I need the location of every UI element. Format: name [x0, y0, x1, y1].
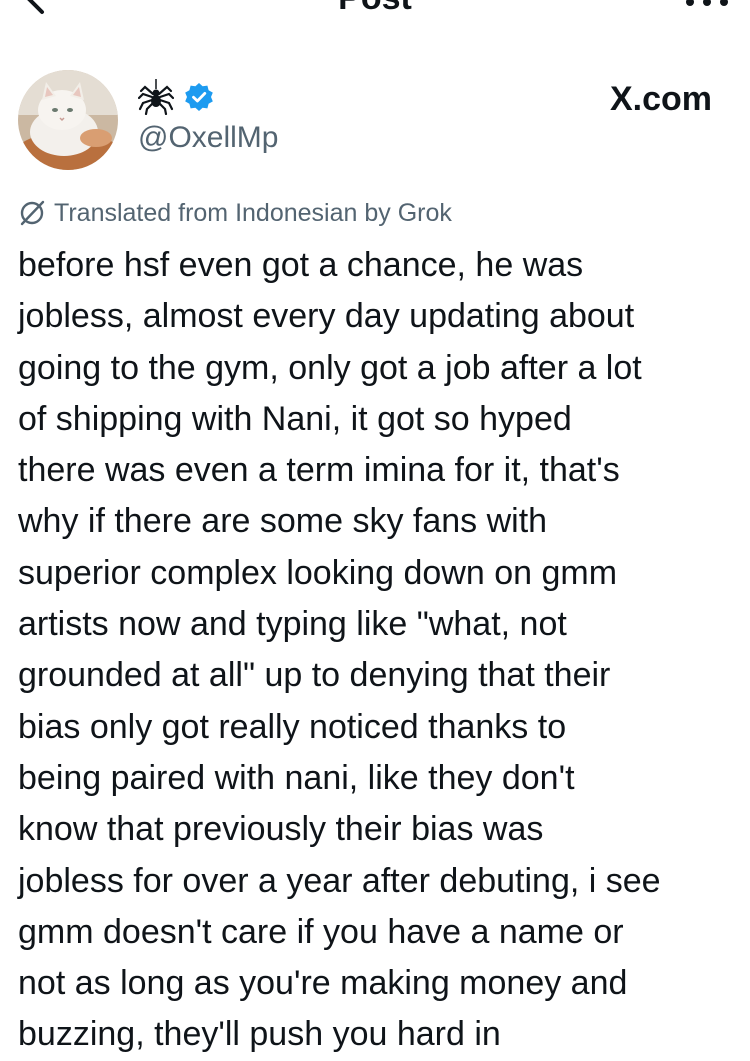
no-translate-icon	[20, 200, 45, 226]
post-text-line: artists now and typing like "what, not	[18, 605, 567, 644]
post-text: before hsf even got a chance, he was job…	[18, 240, 738, 1061]
post-text-line: jobless, almost every day updating about	[18, 297, 635, 336]
user-handle[interactable]: @OxellMp	[138, 118, 278, 158]
avatar[interactable]	[18, 70, 118, 170]
display-name-row[interactable]	[138, 75, 214, 119]
post-text-line: bias only got really noticed thanks to	[18, 707, 567, 746]
post-text-line: of shipping with Nani, it got so hyped	[18, 399, 572, 438]
spider-icon	[138, 79, 174, 115]
post-text-line: buzzing, they'll push you hard in	[18, 1015, 501, 1054]
post-text-line: jobless for over a year after debuting, …	[18, 861, 661, 900]
translation-notice[interactable]: Translated from Indonesian by Grok	[18, 195, 452, 231]
translation-label: Translated from Indonesian by Grok	[54, 198, 452, 227]
post-text-line: why if there are some sky fans with	[18, 502, 548, 541]
top-navigation-bar: Post	[0, 0, 750, 20]
post-text-line: gmm doesn't care if you have a name or	[18, 912, 624, 951]
more-horizontal-icon[interactable]	[682, 0, 732, 12]
post-text-line: there was even a term imina for it, that…	[18, 451, 620, 490]
white-cat-avatar-image	[18, 70, 118, 170]
page-title: Post	[0, 0, 750, 18]
post-text-line: grounded at all" up to denying that thei…	[18, 656, 611, 695]
post-text-line: superior complex looking down on gmm	[18, 553, 618, 592]
post-text-line: being paired with nani, like they don't	[18, 758, 575, 797]
post-text-line: going to the gym, only got a job after a…	[18, 348, 642, 387]
post-text-line: before hsf even got a chance, he was	[18, 246, 584, 284]
post-text-line: not as long as you're making money and	[18, 964, 628, 1003]
verified-badge-icon	[185, 83, 213, 111]
x-com-watermark: X.com	[609, 80, 712, 118]
post-text-line: know that previously their bias was	[18, 810, 544, 849]
